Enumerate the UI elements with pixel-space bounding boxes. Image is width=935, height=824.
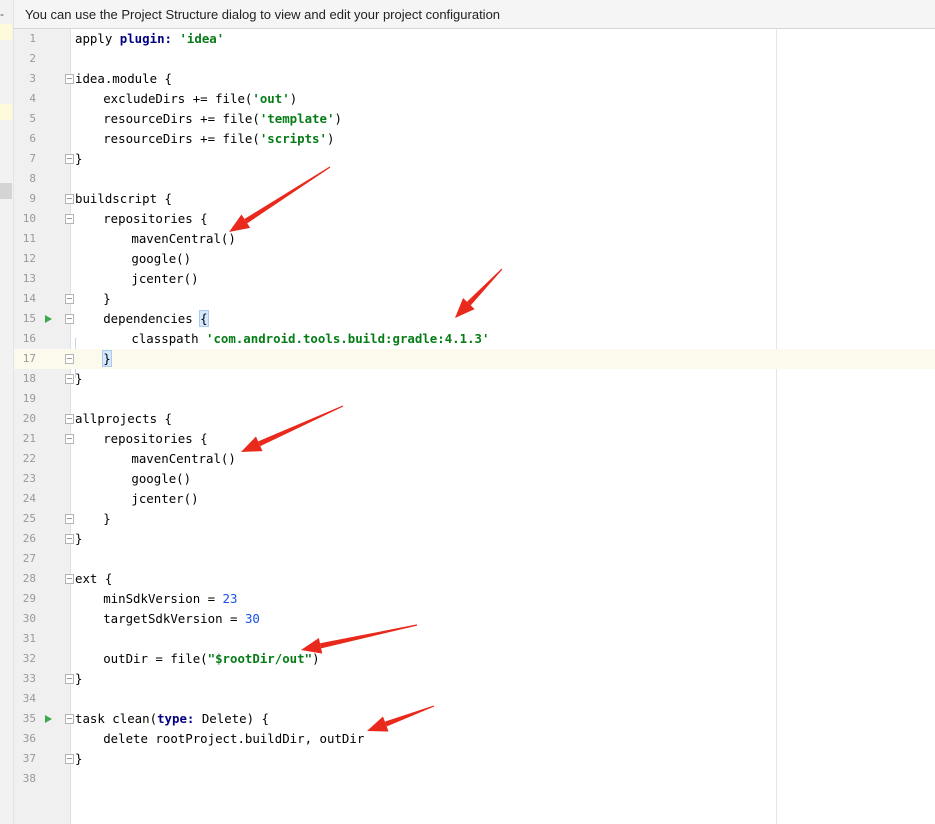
arrow-head bbox=[241, 436, 263, 452]
arrow-head bbox=[367, 716, 389, 732]
arrow-shaft bbox=[258, 405, 344, 447]
annotation-arrows bbox=[229, 166, 503, 732]
arrow-shaft bbox=[466, 268, 503, 306]
arrow-head bbox=[301, 637, 323, 654]
arrow-head bbox=[229, 214, 251, 232]
arrow-shaft bbox=[244, 166, 331, 224]
arrow-shaft bbox=[384, 705, 435, 727]
annotation-arrow bbox=[241, 405, 344, 452]
annotation-arrow bbox=[367, 705, 435, 732]
arrow-shaft bbox=[320, 624, 418, 649]
annotation-arrow bbox=[229, 166, 331, 232]
annotation-arrow bbox=[301, 624, 418, 654]
annotation-arrow bbox=[455, 268, 503, 318]
